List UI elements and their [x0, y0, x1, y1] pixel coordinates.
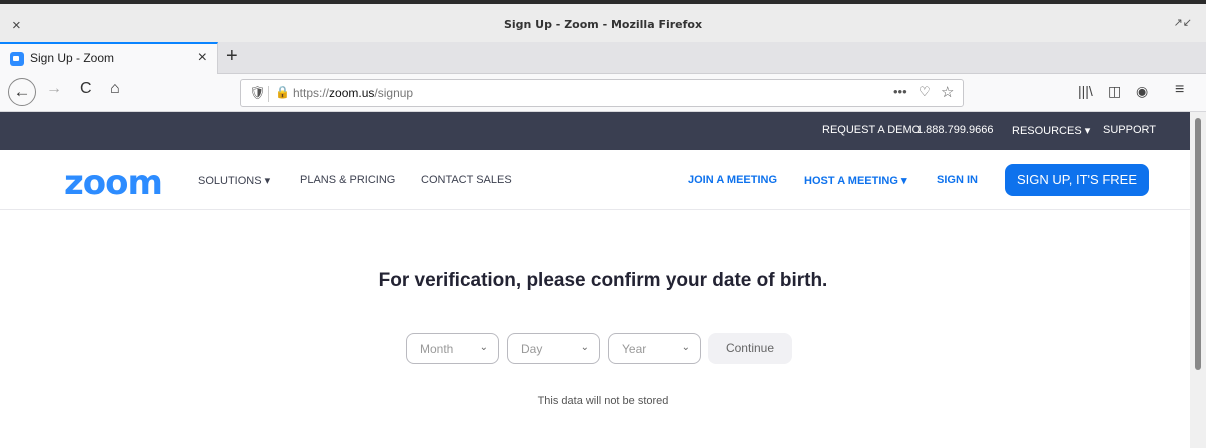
sidebar-icon[interactable]: ◫ — [1108, 83, 1121, 100]
month-placeholder: Month — [420, 342, 454, 356]
url-path: /signup — [374, 86, 414, 100]
contact-sales-link[interactable]: CONTACT SALES — [421, 174, 512, 186]
url-host: zoom.us — [329, 86, 375, 100]
tab-close-icon[interactable]: × — [198, 49, 207, 67]
library-icon[interactable]: |||\ — [1078, 83, 1093, 99]
phone-link[interactable]: 1.888.799.9666 — [917, 124, 993, 136]
navigation-toolbar: ← → C ⌂ 🛡 🔒 https://zoom.us/signup ••• ♡… — [0, 74, 1206, 112]
url-prefix: https:// — [293, 86, 330, 100]
chevron-down-icon: ⌄ — [681, 342, 690, 353]
sign-up-free-button[interactable]: SIGN UP, IT'S FREE — [1005, 164, 1149, 196]
hamburger-menu-icon[interactable]: ≡ — [1175, 81, 1184, 99]
window-restore-icon[interactable]: ↗↙ — [1174, 16, 1192, 29]
tracking-shield-icon[interactable]: 🛡 — [249, 85, 266, 101]
main-navigation: zoom SOLUTIONS ▾ PLANS & PRICING CONTACT… — [0, 150, 1190, 210]
day-placeholder: Day — [521, 342, 543, 356]
continue-button[interactable]: Continue — [708, 333, 792, 364]
plans-pricing-link[interactable]: PLANS & PRICING — [300, 174, 395, 186]
page-actions-icon[interactable]: ••• — [893, 84, 907, 99]
host-meeting-dropdown[interactable]: HOST A MEETING ▾ — [804, 174, 907, 187]
window-titlebar: × Sign Up - Zoom - Mozilla Firefox ↗↙ — [0, 0, 1206, 42]
lock-icon[interactable]: 🔒 — [275, 85, 290, 99]
resources-dropdown[interactable]: RESOURCES ▾ — [1012, 124, 1090, 137]
utility-bar: REQUEST A DEMO 1.888.799.9666 RESOURCES … — [0, 112, 1190, 150]
page-scrollbar[interactable] — [1190, 112, 1206, 448]
url-text[interactable]: https://zoom.us/signup — [293, 86, 413, 100]
chevron-down-icon: ⌄ — [580, 342, 589, 353]
request-demo-link[interactable]: REQUEST A DEMO — [822, 124, 920, 136]
pocket-icon[interactable]: ♡ — [919, 84, 931, 100]
zoom-logo[interactable]: zoom — [64, 163, 163, 203]
solutions-dropdown[interactable]: SOLUTIONS ▾ — [198, 174, 270, 187]
tab-sign-up-zoom[interactable]: Sign Up - Zoom × — [0, 42, 218, 74]
forward-button[interactable]: → — [46, 80, 62, 98]
sign-in-link[interactable]: SIGN IN — [937, 174, 978, 186]
back-button[interactable]: ← — [8, 78, 36, 106]
year-placeholder: Year — [622, 342, 647, 356]
tab-strip: Sign Up - Zoom × + — [0, 42, 1206, 74]
scrollbar-thumb[interactable] — [1195, 118, 1201, 370]
verification-heading: For verification, please confirm your da… — [378, 270, 828, 291]
zoom-favicon-icon — [10, 52, 24, 66]
home-button[interactable]: ⌂ — [110, 80, 120, 98]
url-separator — [268, 86, 269, 102]
window-title: Sign Up - Zoom - Mozilla Firefox — [503, 18, 703, 31]
url-bar[interactable]: 🛡 🔒 https://zoom.us/signup ••• ♡ ☆ — [240, 79, 964, 107]
day-select[interactable]: Day ⌄ — [507, 333, 600, 364]
account-icon[interactable]: ◉ — [1136, 83, 1148, 100]
chevron-down-icon: ⌄ — [479, 342, 488, 353]
reload-button[interactable]: C — [80, 80, 92, 98]
privacy-note: This data will not be stored — [537, 395, 669, 407]
join-meeting-link[interactable]: JOIN A MEETING — [688, 174, 777, 186]
tab-label: Sign Up - Zoom — [30, 51, 115, 65]
year-select[interactable]: Year ⌄ — [608, 333, 701, 364]
new-tab-button[interactable]: + — [226, 45, 238, 68]
bookmark-star-icon[interactable]: ☆ — [941, 83, 954, 101]
support-link[interactable]: SUPPORT — [1103, 124, 1156, 136]
page-content: REQUEST A DEMO 1.888.799.9666 RESOURCES … — [0, 112, 1190, 448]
month-select[interactable]: Month ⌄ — [406, 333, 499, 364]
